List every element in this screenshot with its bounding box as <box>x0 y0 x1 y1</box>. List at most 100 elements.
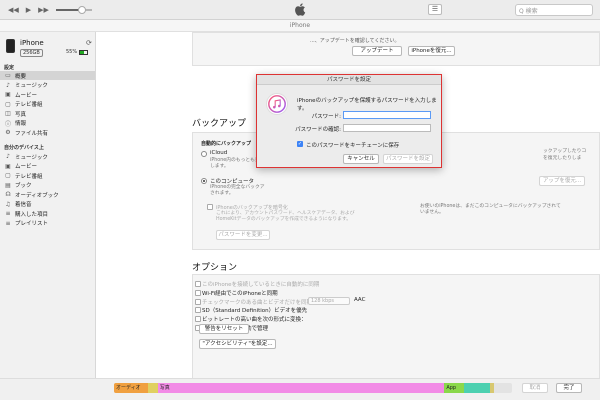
encrypt-label: iPhoneのバックアップを暗号化 <box>216 205 288 211</box>
backup-right-text-1: ックアップしたりコ <box>543 149 587 154</box>
icloud-radio[interactable] <box>201 151 207 157</box>
device-battery: 55% <box>66 49 89 55</box>
volume-slider[interactable] <box>55 6 92 14</box>
storage-capacity-bar: オーディオ 写真 App <box>114 383 512 393</box>
audiobook-icon: ☊ <box>5 191 11 198</box>
option-checkbox-4[interactable] <box>195 316 201 323</box>
book-icon: ▤ <box>5 181 11 189</box>
sidebar-item-ondevice-0[interactable]: ♪ ミュージック <box>0 152 95 161</box>
battery-percent: 55% <box>66 49 78 55</box>
dialog-message: iPhoneのバックアップを保護するパスワードを入力します。 <box>297 98 437 112</box>
storage-segment-2: 写真 <box>157 383 445 393</box>
iphone-icon <box>6 39 15 53</box>
option-label-1: Wi-Fi経由でこのiPhoneと同期 <box>202 290 278 297</box>
sidebar-item-settings-3[interactable]: ▢ テレビ番組 <box>0 100 95 109</box>
option-checkbox-3[interactable] <box>195 307 201 314</box>
sidebar-item-settings-0[interactable]: ▭ 概要 <box>0 71 95 80</box>
file-share-icon: ⚙ <box>5 129 11 136</box>
rewind-icon[interactable]: ◀◀ <box>8 6 19 14</box>
revert-button[interactable]: 取消 <box>522 383 548 393</box>
info-icon: ⓘ <box>4 120 11 128</box>
settings-section-title: 設定 <box>4 65 15 71</box>
encrypt-desc-2: HomeKitデータのバックアップを作成できるようになります。 <box>216 217 352 222</box>
encrypt-checkbox[interactable] <box>207 204 213 210</box>
sidebar-item-label: 着信音 <box>15 202 32 208</box>
bitrate-select[interactable]: 128 kbps <box>308 297 350 305</box>
sidebar-item-ondevice-1[interactable]: ▣ ムービー <box>0 162 95 171</box>
option-label-3: SD（Standard Definition）ビデオを優先 <box>202 308 308 315</box>
photo-icon: ◫ <box>5 110 11 117</box>
software-card: ...、アップデートを確認してください。 アップデート iPhoneを復元... <box>192 32 600 66</box>
reset-warnings-button[interactable]: 警告をリセット <box>199 324 249 334</box>
storage-segment-3: App <box>444 383 465 393</box>
itunes-icon <box>266 93 288 115</box>
movie-icon: ▣ <box>5 162 11 170</box>
sidebar-item-label: 写真 <box>15 111 27 118</box>
device-title-bar: iPhone <box>0 20 600 32</box>
storage-bar-area: オーディオ 写真 App 取消 完了 <box>0 378 600 400</box>
sidebar-item-label: 情報 <box>15 121 27 127</box>
volume-knob[interactable] <box>77 6 86 14</box>
option-label-4: ビットレートの高い曲を次の形式に変換： <box>202 317 307 324</box>
password-dialog: パスワードを設定 iPhoneのバックアップを保護するパスワードを入力します。 … <box>256 74 442 168</box>
accessibility-button[interactable]: "アクセシビリティ"を設定... <box>199 339 276 349</box>
music-icon: ♪ <box>6 153 10 160</box>
confirm-password-label: パスワードの確認: <box>295 127 341 133</box>
sidebar-item-ondevice-4[interactable]: ☊ オーディオブック <box>0 190 95 199</box>
tv-icon: ▢ <box>5 172 11 179</box>
option-label-0: このiPhoneを接続しているときに自動的に同期 <box>202 282 320 288</box>
sidebar-item-settings-6[interactable]: ⚙ ファイル共有 <box>0 128 95 137</box>
sidebar-item-label: プレイリスト <box>15 221 49 227</box>
sidebar-item-label: ブック <box>15 183 32 189</box>
sidebar-item-ondevice-6[interactable]: ≡ 購入した項目 <box>0 209 95 218</box>
device-name: iPhone <box>20 39 44 47</box>
playback-controls: ◀◀ ▶ ▶▶ <box>8 6 92 14</box>
set-password-button[interactable]: パスワードを設定 <box>383 154 433 164</box>
update-button[interactable]: アップデート <box>352 46 402 56</box>
option-checkbox-0[interactable] <box>195 281 201 287</box>
keychain-checkbox[interactable]: ✓ <box>297 141 303 147</box>
done-button[interactable]: 完了 <box>556 383 582 393</box>
sidebar-item-settings-2[interactable]: ▣ ムービー <box>0 90 95 99</box>
sidebar-item-label: テレビ番組 <box>15 173 43 180</box>
ringtone-icon: ♫ <box>5 200 11 208</box>
backup-right-text-2: を復元したりしま <box>543 156 582 161</box>
icloud-label: iCloud <box>210 150 228 156</box>
backup-heading: バックアップ <box>192 119 247 129</box>
option-checkbox-2[interactable] <box>195 298 201 305</box>
restore-backup-button[interactable]: アップを復元... <box>539 176 585 186</box>
software-text: ...、アップデートを確認してください。 <box>310 38 400 44</box>
sidebar-item-settings-1[interactable]: ♪ ミュージック <box>0 81 95 90</box>
sidebar-item-ondevice-5[interactable]: ♫ 着信音 <box>0 200 95 209</box>
storage-segment-1 <box>147 383 158 393</box>
battery-icon <box>79 49 89 55</box>
password-input[interactable] <box>343 111 431 119</box>
change-password-button[interactable]: パスワードを変更... <box>216 230 270 240</box>
sidebar-item-settings-4[interactable]: ◫ 写真 <box>0 109 95 118</box>
sidebar-item-ondevice-2[interactable]: ▢ テレビ番組 <box>0 171 95 180</box>
search-placeholder: Q 検索 <box>519 7 538 15</box>
restore-iphone-button[interactable]: iPhoneを復元... <box>408 46 455 56</box>
purchased-icon: ≡ <box>5 210 11 217</box>
dialog-title: パスワードを設定 <box>257 75 441 85</box>
sidebar-item-settings-5[interactable]: ⓘ 情報 <box>0 119 95 128</box>
sync-icon[interactable]: ⟳ <box>86 39 92 47</box>
this-computer-radio[interactable] <box>201 178 207 184</box>
sidebar-item-label: ムービー <box>15 164 38 170</box>
device-card[interactable]: iPhone 256GB 55% ⟳ <box>6 39 92 65</box>
list-view-icon[interactable]: ☰ <box>428 4 442 15</box>
sidebar-item-ondevice-7[interactable]: ≡ プレイリスト <box>0 219 95 228</box>
cancel-button[interactable]: キャンセル <box>343 154 379 164</box>
icloud-desc-2: します。 <box>210 164 229 169</box>
sidebar-item-label: ミュージック <box>15 154 48 161</box>
confirm-password-input[interactable] <box>343 124 431 132</box>
sidebar-item-ondevice-3[interactable]: ▤ ブック <box>0 181 95 190</box>
fast-forward-icon[interactable]: ▶▶ <box>38 6 49 14</box>
search-input[interactable]: Q 検索 <box>515 4 593 16</box>
password-label: パスワード: <box>311 114 341 120</box>
sidebar-item-label: オーディオブック <box>15 192 59 199</box>
tv-icon: ▢ <box>5 100 11 108</box>
play-icon[interactable]: ▶ <box>26 6 31 14</box>
option-checkbox-1[interactable] <box>195 289 201 296</box>
movie-icon: ▣ <box>5 91 11 98</box>
